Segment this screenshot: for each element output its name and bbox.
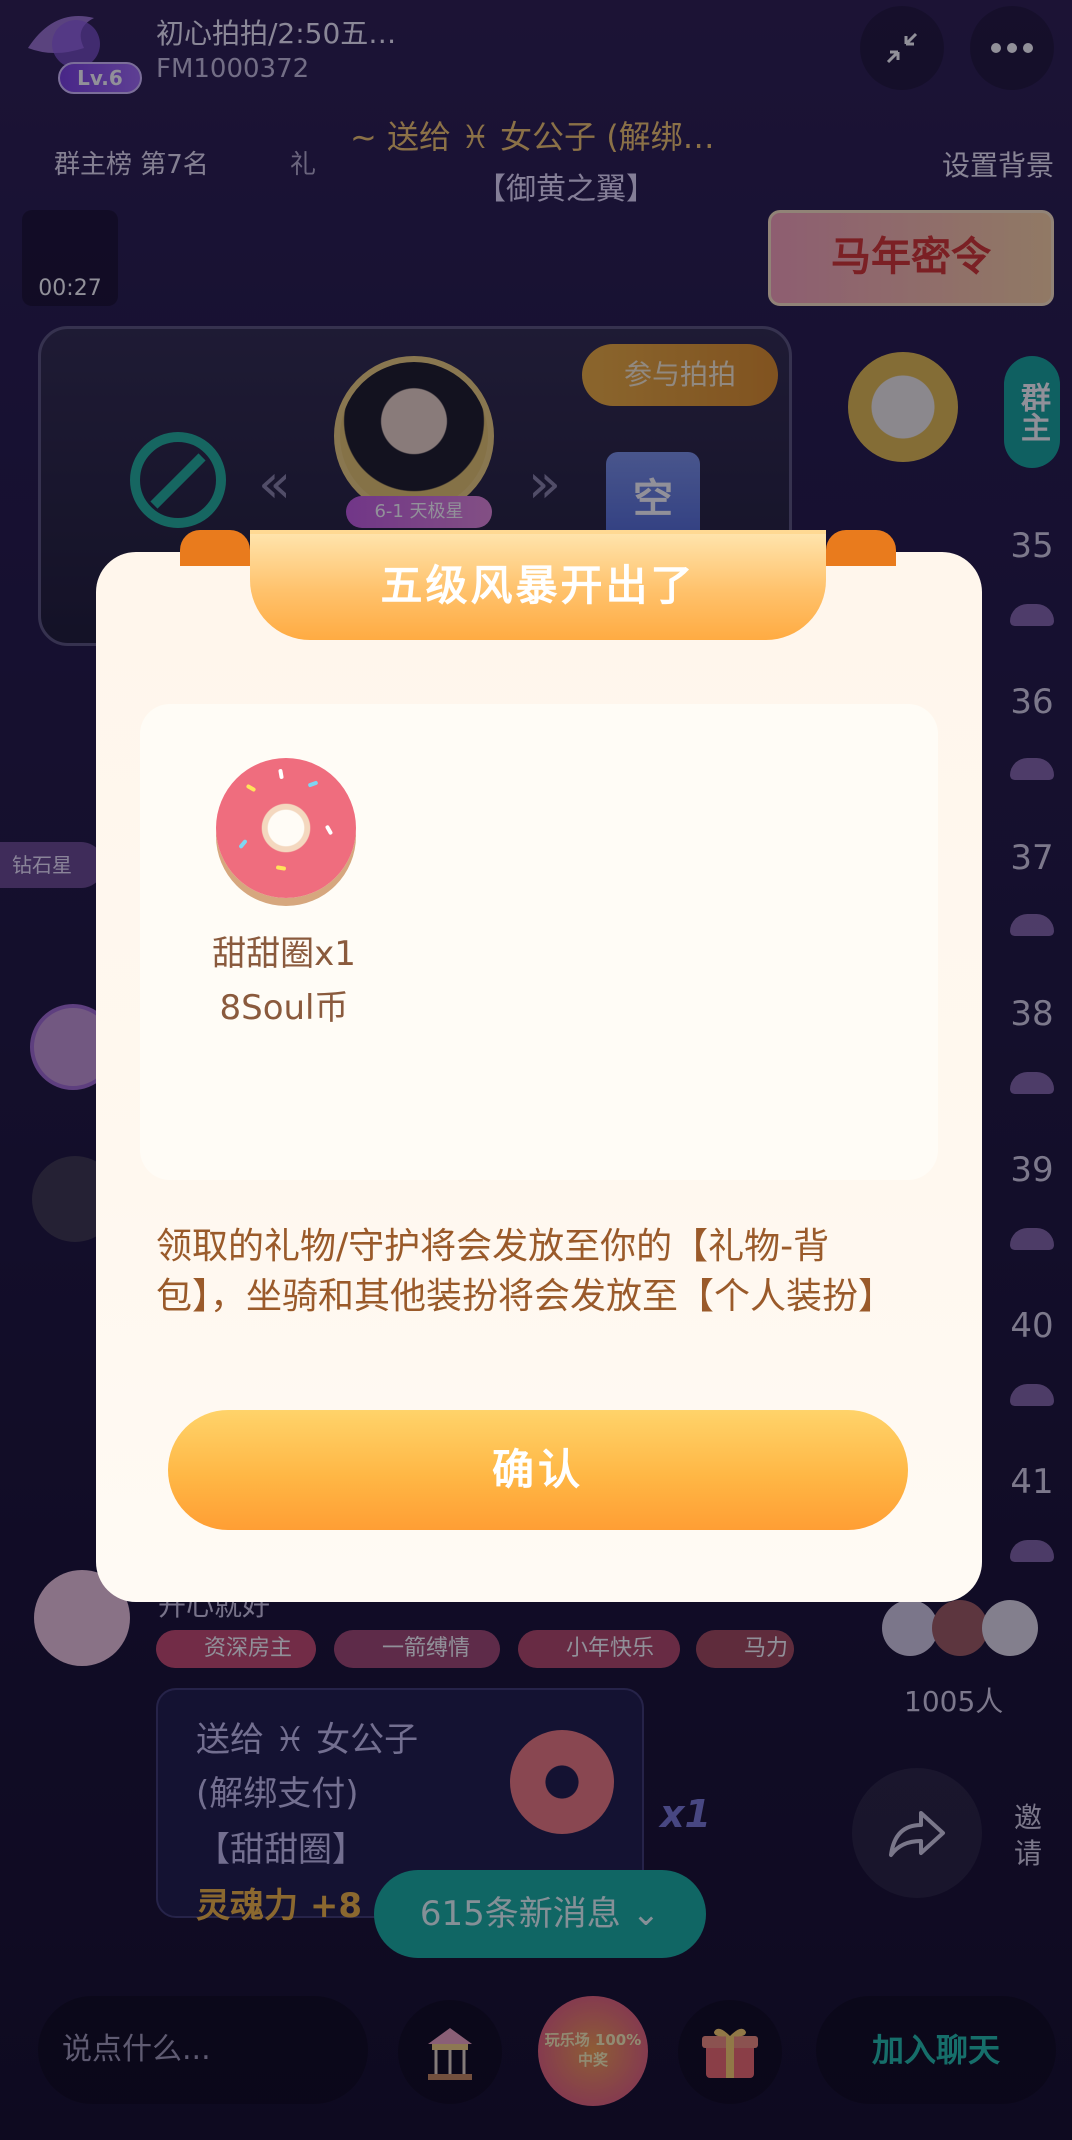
reward-notice: 领取的礼物/守护将会发放至你的【礼物-背包】，坐骑和其他装扮将会发放至【个人装扮… bbox=[156, 1226, 895, 1317]
donut-icon bbox=[216, 758, 356, 898]
modal-tab-wing bbox=[826, 530, 896, 566]
confirm-button[interactable]: 确认 bbox=[168, 1410, 908, 1530]
modal-tab-wing bbox=[180, 530, 250, 566]
reward-value: 8Soul币 bbox=[219, 988, 349, 1028]
reward-name: 甜甜圈x1 bbox=[212, 934, 356, 974]
modal-title: 五级风暴开出了 bbox=[380, 561, 696, 610]
